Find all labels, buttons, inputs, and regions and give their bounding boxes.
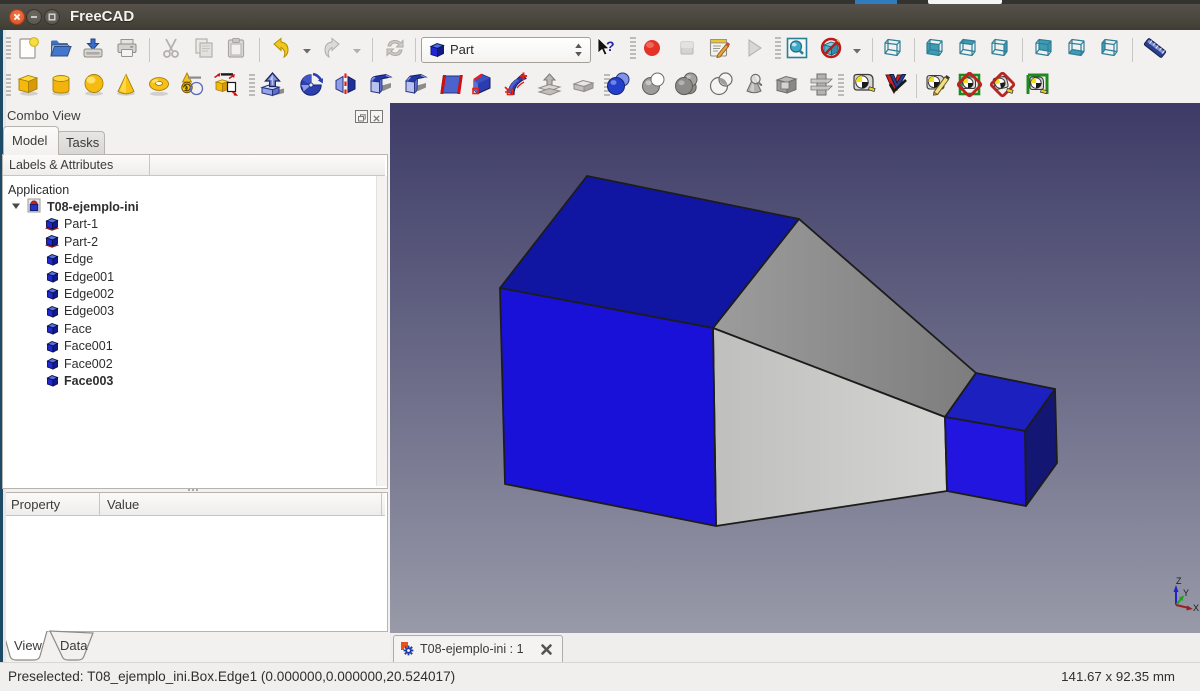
svg-text:Z: Z (1176, 576, 1182, 586)
svg-text:View: View (14, 638, 43, 653)
svg-text:Data: Data (60, 638, 88, 653)
svg-text:X: X (1193, 603, 1199, 613)
svg-text:Y: Y (1183, 588, 1189, 598)
svg-text:?: ? (606, 38, 615, 54)
